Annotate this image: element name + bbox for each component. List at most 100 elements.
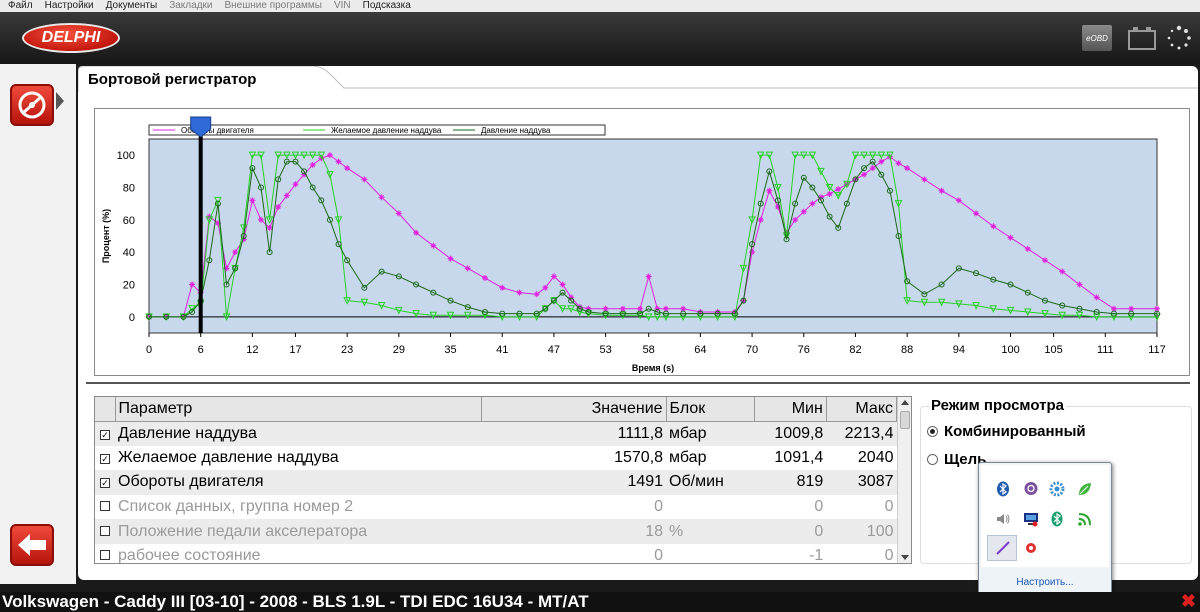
legend-label: Желаемое давление наддува <box>331 126 442 135</box>
checkbox[interactable] <box>100 525 111 536</box>
x-tick-label: 70 <box>746 344 758 356</box>
row-checkbox[interactable] <box>95 519 116 544</box>
x-tick-label: 82 <box>849 344 861 356</box>
x-tick-label: 6 <box>198 344 204 356</box>
line-chart[interactable]: 0 20 40 60 80 100 0 6 12 17 23 29 35 41 47 53 58 64 70 76 82… <box>95 109 1189 375</box>
scroll-up-icon[interactable] <box>901 400 909 405</box>
param-unit <box>666 544 754 563</box>
view-mode-title: Режим просмотра <box>929 397 1066 414</box>
app-header: DELPHI eOBD <box>0 12 1200 64</box>
checkbox[interactable] <box>100 501 111 512</box>
x-tick-label: 47 <box>548 344 560 356</box>
eobd-button[interactable]: eOBD <box>1082 25 1112 51</box>
checkbox[interactable]: ✓ <box>100 478 111 489</box>
active-indicator-arrow <box>56 92 64 110</box>
row-checkbox[interactable]: ✓ <box>95 421 116 446</box>
radio-slit[interactable] <box>927 454 938 465</box>
header-unit[interactable]: Блок <box>666 397 755 422</box>
back-button[interactable] <box>10 524 54 566</box>
scroll-down-icon[interactable] <box>901 555 909 560</box>
row-checkbox[interactable] <box>95 544 115 563</box>
vehicle-status-bar: Volkswagen - Caddy III [03-10] - 2008 - … <box>0 592 1200 612</box>
close-icon[interactable]: ✖ <box>1181 591 1196 612</box>
param-value: 0 <box>654 547 664 564</box>
x-tick-label: 17 <box>289 344 301 356</box>
delphi-logo: DELPHI <box>22 23 120 53</box>
network-icon[interactable] <box>1023 511 1039 527</box>
section-divider <box>86 382 1190 384</box>
bluetooth-green-icon[interactable] <box>1049 511 1065 527</box>
header-min[interactable]: Мин <box>754 397 827 422</box>
param-value: 1491 <box>481 470 667 495</box>
back-arrow-icon <box>18 534 46 556</box>
param-min: 0 <box>754 519 827 544</box>
plot-area <box>149 139 1157 333</box>
parameters-table-container: Параметр Значение Блок Мин Макс ✓ Давлени… <box>94 396 912 564</box>
table-row[interactable]: Список данных, группа номер 2 0 0 0 <box>95 495 897 520</box>
checkbox[interactable]: ✓ <box>100 453 111 464</box>
param-max: 0 <box>884 547 894 564</box>
checkbox[interactable]: ✓ <box>100 429 111 440</box>
param-name: рабочее состояние <box>118 547 261 564</box>
table-row[interactable]: ✓ Обороты двигателя 1491 Об/мин 819 3087 <box>95 470 897 495</box>
y-tick-label: 20 <box>123 280 135 292</box>
table-row[interactable]: Положение педали акселератора 18% 0 100 <box>95 519 897 544</box>
chart-frame: 0 20 40 60 80 100 0 6 12 17 23 29 35 41 47 53 58 64 70 76 82… <box>94 108 1190 376</box>
header-max[interactable]: Макс <box>826 397 898 422</box>
settings-gear-icon[interactable] <box>1049 481 1065 497</box>
viber-icon[interactable] <box>1023 481 1039 497</box>
row-checkbox[interactable] <box>95 495 115 520</box>
header-checkbox-column <box>95 397 116 422</box>
table-row[interactable]: ✓ Желаемое давление наддува 1570,8 мбар 1091… <box>95 446 897 471</box>
menu-vin: VIN <box>333 0 351 11</box>
menu-documents[interactable]: Документы <box>106 0 158 12</box>
y-tick-label: 60 <box>123 215 135 227</box>
table-row[interactable]: ✓ Давление наддува 1111,8 мбар 1009,8 2213,4 <box>95 421 897 446</box>
leaf-icon[interactable] <box>1077 481 1093 497</box>
param-min: 1009,8 <box>754 421 827 446</box>
param-min: 0 <box>814 498 824 516</box>
table-row[interactable]: рабочее состояние 0 -1 0 <box>95 544 897 564</box>
pen-icon[interactable] <box>995 540 1011 556</box>
param-name: Положение педали акселератора <box>115 519 482 544</box>
x-axis-label: Время (s) <box>632 363 674 373</box>
x-tick-label: 88 <box>901 344 913 356</box>
menu-file[interactable]: Файл <box>8 0 33 12</box>
menu-settings[interactable]: Настройки <box>45 0 94 12</box>
x-tick-label: 35 <box>444 344 456 356</box>
battery-icon[interactable] <box>1127 25 1157 51</box>
parameters-table: Параметр Значение Блок Мин Макс ✓ Давлени… <box>95 397 898 564</box>
view-mode-combined[interactable]: Комбинированный <box>927 423 1086 440</box>
x-tick-label: 64 <box>694 344 706 356</box>
scroll-thumb[interactable] <box>900 411 910 429</box>
row-checkbox[interactable]: ✓ <box>95 470 116 495</box>
param-unit: % <box>666 519 755 544</box>
tray-icons-area <box>981 465 1109 567</box>
recorder-mode-button[interactable] <box>10 84 54 126</box>
row-checkbox[interactable]: ✓ <box>95 446 115 471</box>
wifi-signal-icon[interactable] <box>1077 511 1093 527</box>
menu-bar: Файл Настройки Документы Закладки Внешни… <box>0 0 1200 12</box>
param-value: 1570,8 <box>614 448 664 466</box>
x-tick-label: 105 <box>1044 344 1062 356</box>
table-scrollbar[interactable] <box>897 397 911 563</box>
param-value: 0 <box>654 498 664 516</box>
steering-wheel-icon <box>18 91 46 119</box>
page-title: Бортовой регистратор <box>88 71 257 88</box>
menu-help[interactable]: Подсказка <box>363 0 411 12</box>
y-tick-label: 0 <box>129 312 135 324</box>
param-min: -1 <box>809 547 824 564</box>
param-name: Желаемое давление наддува <box>118 448 339 466</box>
header-parameter[interactable]: Параметр <box>115 397 483 422</box>
x-tick-label: 117 <box>1148 344 1166 356</box>
y-axis-label: Процент (%) <box>101 209 111 263</box>
volume-icon[interactable] <box>995 511 1011 527</box>
antivirus-icon[interactable] <box>1023 540 1039 556</box>
checkbox[interactable] <box>100 550 111 561</box>
bluetooth-icon[interactable] <box>995 481 1011 497</box>
tray-customize-link[interactable]: Настроить... <box>979 577 1111 588</box>
header-value[interactable]: Значение <box>481 397 667 422</box>
x-tick-label: 111 <box>1097 344 1114 356</box>
x-tick-label: 58 <box>643 344 655 356</box>
radio-combined[interactable] <box>927 426 938 437</box>
